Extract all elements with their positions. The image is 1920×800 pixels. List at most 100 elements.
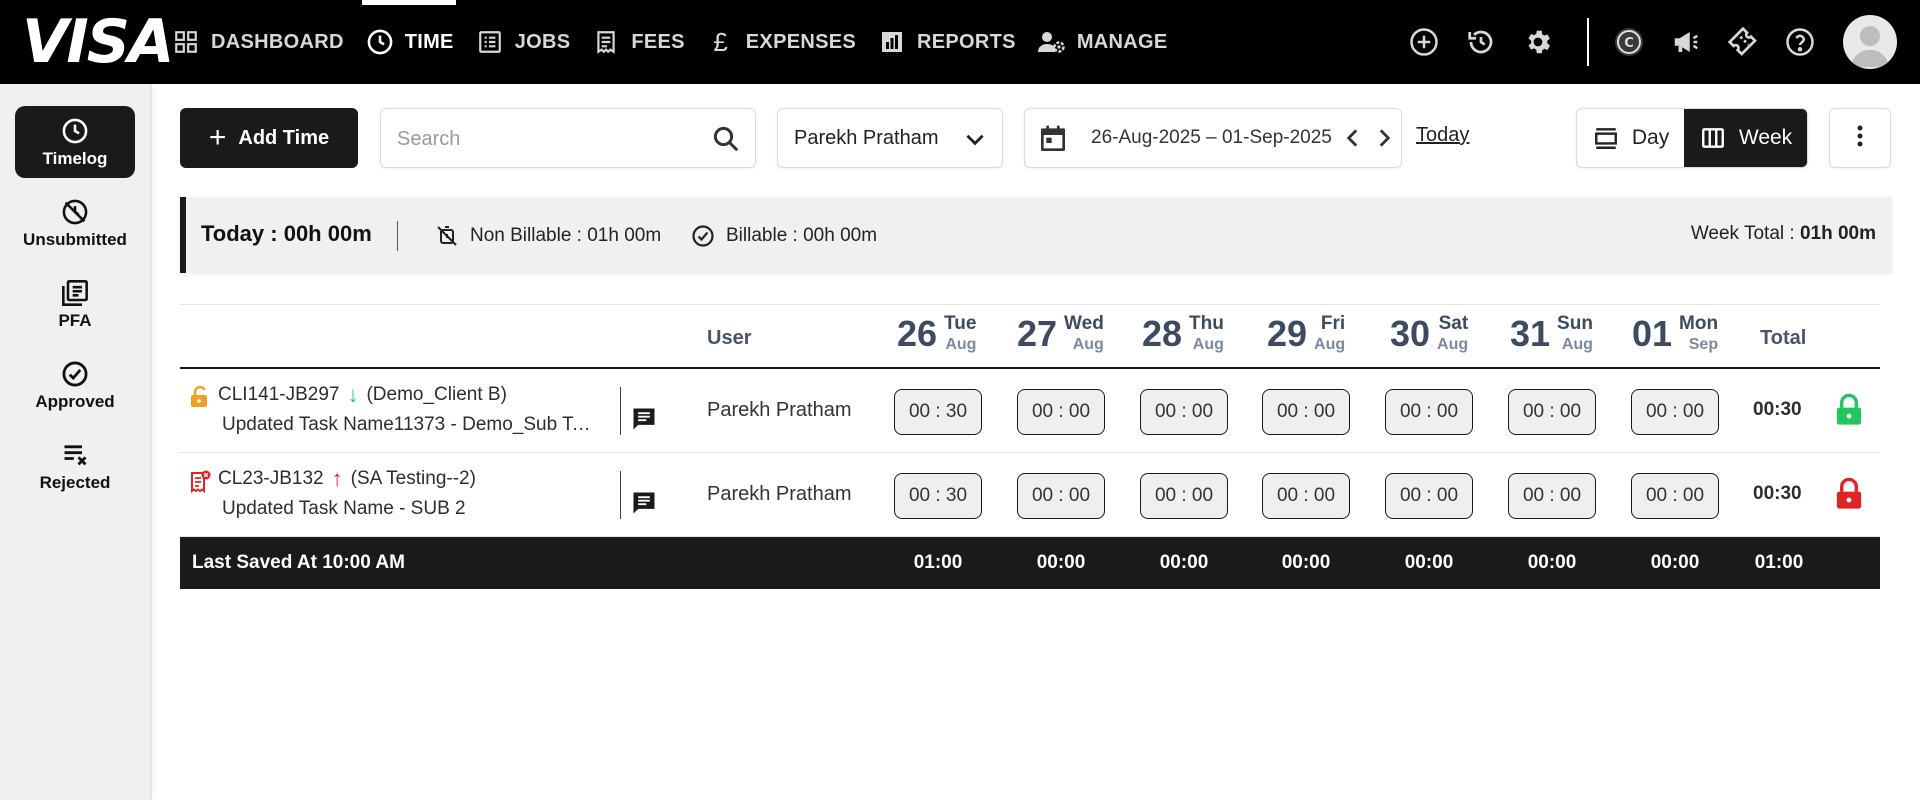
sidebar-item-label: Timelog [42,148,108,168]
nav-reports[interactable]: REPORTS [876,0,1036,84]
non-billable-text: Non Billable : 01h 00m [470,225,662,246]
nav-dashboard-label: DASHBOARD [211,30,344,53]
history-icon[interactable] [1463,24,1499,60]
comment-icon[interactable] [630,489,658,517]
sidebar-item-unsubmitted[interactable]: Unsubmitted [15,187,135,259]
time-input[interactable] [1262,473,1350,519]
help-icon[interactable] [1782,24,1818,60]
non-billable-icon [434,223,460,249]
time-summary-bar: Today : 00h 00m Non Billable : 01h 00m B… [180,197,1892,273]
more-options-button[interactable] [1829,108,1891,168]
table-header: User 26 Tue Aug 27 Wed Aug 28 Thu Aug 29 Fr… [180,304,1880,369]
document-list-icon [60,278,90,308]
gear-icon[interactable] [1520,24,1556,60]
chevron-left-icon[interactable] [1340,125,1366,151]
today-total: Today : 00h 00m [201,221,372,246]
time-input[interactable] [1508,473,1596,519]
day-name: Wed [1064,313,1104,334]
non-billable-summary: Non Billable : 01h 00m [434,223,661,249]
nav-manage[interactable]: MANAGE [1036,0,1188,84]
nav-fees[interactable]: FEES [590,0,704,84]
calendar-icon[interactable] [1037,123,1069,155]
lock-icon[interactable] [1834,477,1864,511]
svg-text:C: C [1624,36,1634,51]
search-box [380,108,756,168]
day-number: 31 [1510,313,1551,354]
date-range-picker[interactable]: 26-Aug-2025 – 01-Sep-2025 [1024,108,1402,168]
view-toggle: Day Week [1576,108,1808,168]
pound-icon: £ [713,26,729,57]
table-footer: Last Saved At 10:00 AM 01:00 00:00 00:00… [180,537,1880,589]
job-code[interactable]: CLI141-JB297 [218,384,339,406]
day-number: 29 [1267,313,1308,354]
time-input[interactable] [1631,473,1719,519]
time-input[interactable] [1385,389,1473,435]
nav-expenses[interactable]: £ EXPENSES [705,0,876,84]
user-settings-icon [1037,28,1066,56]
day-header-thu: 28 Thu Aug [1142,313,1224,363]
arrow-down-icon: ↓ [347,382,359,407]
ticket-icon[interactable] [1725,24,1761,60]
day-view-button[interactable]: Day [1577,109,1684,167]
nav-dashboard[interactable]: DASHBOARD [170,0,364,84]
megaphone-icon[interactable] [1668,24,1704,60]
day-month: Aug [1192,336,1224,353]
sidebar-item-rejected[interactable]: Rejected [15,430,135,502]
time-input[interactable] [894,473,982,519]
nav-jobs[interactable]: JOBS [474,0,591,84]
day-number: 28 [1142,313,1183,354]
c-logo-icon[interactable]: C [1611,24,1647,60]
day-month: Aug [1437,336,1469,353]
week-view-icon [1699,124,1727,152]
avatar[interactable] [1843,15,1897,69]
time-input[interactable] [1385,473,1473,519]
time-input[interactable] [1140,473,1228,519]
time-input[interactable] [1631,389,1719,435]
add-circle-icon[interactable] [1406,24,1442,60]
add-time-button[interactable]: + Add Time [180,108,358,168]
day-number: 30 [1390,313,1431,354]
day-total: 00:00 [1527,552,1577,573]
time-input[interactable] [1508,389,1596,435]
sidebar-item-approved[interactable]: Approved [15,349,135,421]
day-total: 00:00 [1036,552,1086,573]
nav-time[interactable]: TIME [361,0,474,84]
sidebar-item-pfa[interactable]: PFA [15,268,135,340]
day-header-sat: 30 Sat Aug [1390,313,1468,363]
lock-icon[interactable] [1834,393,1864,427]
sidebar-item-timelog[interactable]: Timelog [15,106,135,178]
today-link[interactable]: Today [1416,124,1469,147]
day-view-icon [1592,124,1620,152]
table-row: CL23-JB132 ↑ (SA Testing--2) Updated Tas… [180,453,1880,537]
table-row: CLI141-JB297 ↓ (Demo_Client B) Updated T… [180,369,1880,453]
day-name: Fri [1320,313,1346,334]
nav-jobs-label: JOBS [514,30,571,53]
sidebar-item-label: Rejected [39,472,111,492]
day-meta: Sat Aug [1437,313,1468,355]
time-input[interactable] [1017,473,1105,519]
time-input[interactable] [1017,389,1105,435]
check-circle-icon [690,223,716,249]
job-code[interactable]: CL23-JB132 [218,468,324,490]
time-input[interactable] [1140,389,1228,435]
time-input[interactable] [894,389,982,435]
user-select[interactable]: Parekh Pratham [777,108,1003,168]
row-divider [620,471,621,519]
search-input[interactable] [397,125,697,153]
day-header-fri: 29 Fri Aug [1267,313,1345,363]
day-meta: Thu Aug [1189,313,1224,355]
week-total: Week Total : 01h 00m [1691,223,1876,245]
week-view-button[interactable]: Week [1684,109,1807,167]
day-meta: Mon Sep [1679,313,1718,355]
search-icon[interactable] [711,124,741,154]
day-number: 26 [897,313,938,354]
day-number: 01 [1632,313,1673,354]
week-view-label: Week [1738,126,1793,149]
nav-expenses-label: EXPENSES [745,30,857,53]
day-header-mon: 01 Mon Sep [1632,313,1718,363]
time-input[interactable] [1262,389,1350,435]
visa-logo[interactable]: VISA [22,12,174,72]
chevron-right-icon[interactable] [1371,125,1397,151]
nav-fees-label: FEES [631,30,685,53]
comment-icon[interactable] [630,405,658,433]
